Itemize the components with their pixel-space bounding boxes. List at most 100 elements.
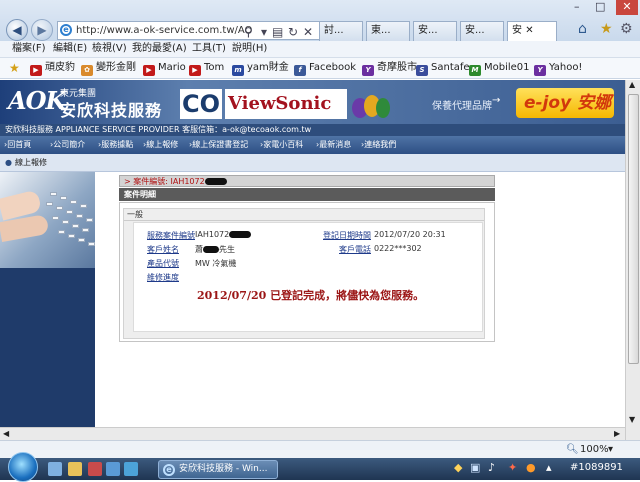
stop-icon[interactable]: ✕ (303, 24, 313, 39)
start-button[interactable] (8, 452, 38, 482)
url-text: http://www.a-ok-service.com.tw/AO (76, 25, 253, 36)
close-window-icon[interactable]: ✕ (616, 0, 638, 15)
zoom-icon[interactable]: 🔍︎ (566, 441, 579, 458)
ejoy-ad[interactable]: e-joy 安娜 (516, 88, 614, 118)
scroll-left-icon[interactable]: ◀ (3, 429, 9, 438)
fav-item-10[interactable]: Y Yahoo! (534, 58, 582, 78)
ie-taskbar-icon[interactable] (124, 462, 138, 476)
tab-active[interactable]: 安 ✕ (507, 21, 557, 41)
label-progress[interactable]: 維修進度 (147, 272, 179, 283)
value-product: MW 冷氣機 (195, 259, 237, 268)
fav-item-4[interactable]: ▶ Tom (189, 58, 224, 78)
fav-item-9[interactable]: M Mobile01 (469, 58, 530, 78)
company-name: 安欣科技服務 (60, 101, 163, 120)
tab-1[interactable]: 討... (319, 21, 363, 41)
tab-4[interactable]: 安... (460, 21, 504, 41)
menu-edit[interactable]: 編輯(E) (53, 41, 87, 57)
watermark: #1089891 (570, 462, 623, 473)
scroll-down-icon[interactable]: ▼ (629, 415, 635, 424)
tray-language-icon[interactable]: ◆ (454, 461, 462, 474)
fav-item-3[interactable]: ▶ Mario (143, 58, 186, 78)
sub-nav: ● 線上報修 (0, 154, 625, 172)
fav-item-6[interactable]: f Facebook (294, 58, 356, 78)
maximize-icon[interactable]: □ (595, 0, 605, 13)
case-panel: 一般 服務案件編號 IAH1072 登記日期時間 2012/07/20 20:3… (119, 202, 495, 342)
explorer-icon[interactable] (68, 462, 82, 476)
fav-item-5[interactable]: m yam財金 (232, 58, 289, 78)
tray-app-icon[interactable]: ● (526, 461, 536, 474)
nav-warranty[interactable]: › 線上保證書登記 (189, 136, 248, 153)
subnav-repair[interactable]: 線上報修 (15, 154, 47, 171)
value-phone: 0222***302 (374, 244, 422, 253)
ad-co-text: CO (180, 89, 223, 119)
nav-about[interactable]: › 公司簡介 (50, 136, 85, 153)
tray-arrow-icon[interactable]: ▴ (546, 461, 552, 474)
label-product[interactable]: 產品代號 (147, 258, 179, 269)
favorites-bar: ★ ▶ 頑皮豹 ✿ 變形金剛 ▶ Mario ▶ Tom m yam財金 f Faceboo… (0, 58, 640, 79)
redaction-mark (229, 231, 252, 238)
fav-item-7[interactable]: Y 奇摩股市 (362, 58, 417, 78)
label-case-no[interactable]: 服務案件編號 (147, 230, 195, 241)
dropdown-icon[interactable]: ▾ (261, 24, 267, 39)
zoom-level[interactable]: 100% (580, 441, 609, 458)
viewsonic-ad[interactable]: ViewSonic (225, 89, 347, 119)
zoom-dropdown-icon[interactable]: ▾ (608, 441, 613, 458)
gear-icon[interactable]: ⚙ (620, 21, 633, 37)
redaction-mark (204, 178, 227, 185)
tab-2[interactable]: 東... (366, 21, 410, 41)
menu-help[interactable]: 說明(H) (232, 41, 267, 57)
nav-news[interactable]: › 最新消息 (316, 136, 351, 153)
show-desktop-icon[interactable] (48, 462, 62, 476)
scroll-thumb[interactable] (628, 94, 639, 364)
label-reg-time[interactable]: 登記日期時間 (323, 230, 371, 241)
site-banner: AOK 東元集團 安欣科技服務 CO ViewSonic 保養代理品牌 → e-… (0, 80, 625, 124)
address-bar[interactable]: e http://www.a-ok-service.com.tw/AO ⚲ ▾ … (57, 21, 339, 40)
nav-home[interactable]: › 回首頁 (4, 136, 31, 153)
menu-favorites[interactable]: 我的最愛(A) (132, 41, 187, 57)
fav-item-2[interactable]: ✿ 變形金剛 (81, 58, 136, 78)
nav-repair[interactable]: › 線上報修 (143, 136, 178, 153)
favorites-star-icon[interactable]: ★ (600, 21, 613, 37)
label-phone[interactable]: 客戶電話 (339, 244, 371, 255)
taskbar-window-button[interactable]: e 安欣科技服務 - Win... (158, 460, 278, 479)
nav-contact[interactable]: › 連絡我們 (361, 136, 396, 153)
scroll-up-icon[interactable]: ▲ (629, 80, 635, 89)
fav-item-8[interactable]: S Santafe (416, 58, 470, 78)
minimize-icon[interactable]: – (574, 0, 580, 13)
scroll-right-icon[interactable]: ▶ (614, 429, 620, 438)
tray-network-icon[interactable]: ▣ (470, 461, 480, 474)
nav-locations[interactable]: › 服務據點 (98, 136, 133, 153)
label-customer[interactable]: 客戶姓名 (147, 244, 179, 255)
taskbar: e 安欣科技服務 - Win... ◆ ▣ ♪ ✦ ● ▴ #1089891 (0, 452, 640, 482)
media-icon[interactable] (88, 462, 102, 476)
tab-3[interactable]: 安... (413, 21, 457, 41)
bullet-icon: ● (5, 158, 12, 167)
menu-file[interactable]: 檔案(F) (12, 41, 46, 57)
section-heading: 一般 (124, 209, 484, 221)
value-case-no: IAH1072 (195, 230, 252, 239)
home-icon[interactable]: ⌂ (578, 21, 587, 37)
refresh-icon[interactable]: ↻ (288, 24, 298, 39)
value-customer: 蕭先生 (195, 245, 235, 254)
compat-view-icon[interactable]: ▤ (272, 24, 283, 39)
completion-message: 2012/07/20 已登記完成，將儘快為您服務。 (197, 289, 425, 302)
site-logo[interactable]: AOK (8, 86, 66, 115)
search-icon[interactable]: ⚲ (244, 24, 253, 39)
ie-page-icon: e (60, 24, 72, 36)
tray-flash-icon[interactable]: ✦ (508, 461, 517, 474)
app-icon[interactable] (106, 462, 120, 476)
case-inner: 一般 服務案件編號 IAH1072 登記日期時間 2012/07/20 20:3… (123, 208, 485, 339)
horizontal-scrollbar[interactable]: ◀ ▶ (0, 427, 625, 440)
vertical-scrollbar[interactable]: ▲ ▼ (625, 80, 640, 440)
close-tab-icon[interactable]: ✕ (525, 25, 533, 36)
menu-tools[interactable]: 工具(T) (192, 41, 226, 57)
forward-button[interactable]: ▶ (31, 19, 53, 41)
nav-encyclopedia[interactable]: › 家電小百科 (260, 136, 303, 153)
favorites-star-icon[interactable]: ★ (9, 58, 20, 78)
fav-item-1[interactable]: ▶ 頑皮豹 (30, 58, 75, 78)
status-bar: 🔍︎ 100% ▾ (0, 440, 640, 458)
menu-view[interactable]: 檢視(V) (92, 41, 127, 57)
back-button[interactable]: ◀ (6, 19, 28, 41)
tray-speaker-icon[interactable]: ♪ (488, 461, 495, 474)
window-controls: – □ ✕ (568, 0, 640, 16)
